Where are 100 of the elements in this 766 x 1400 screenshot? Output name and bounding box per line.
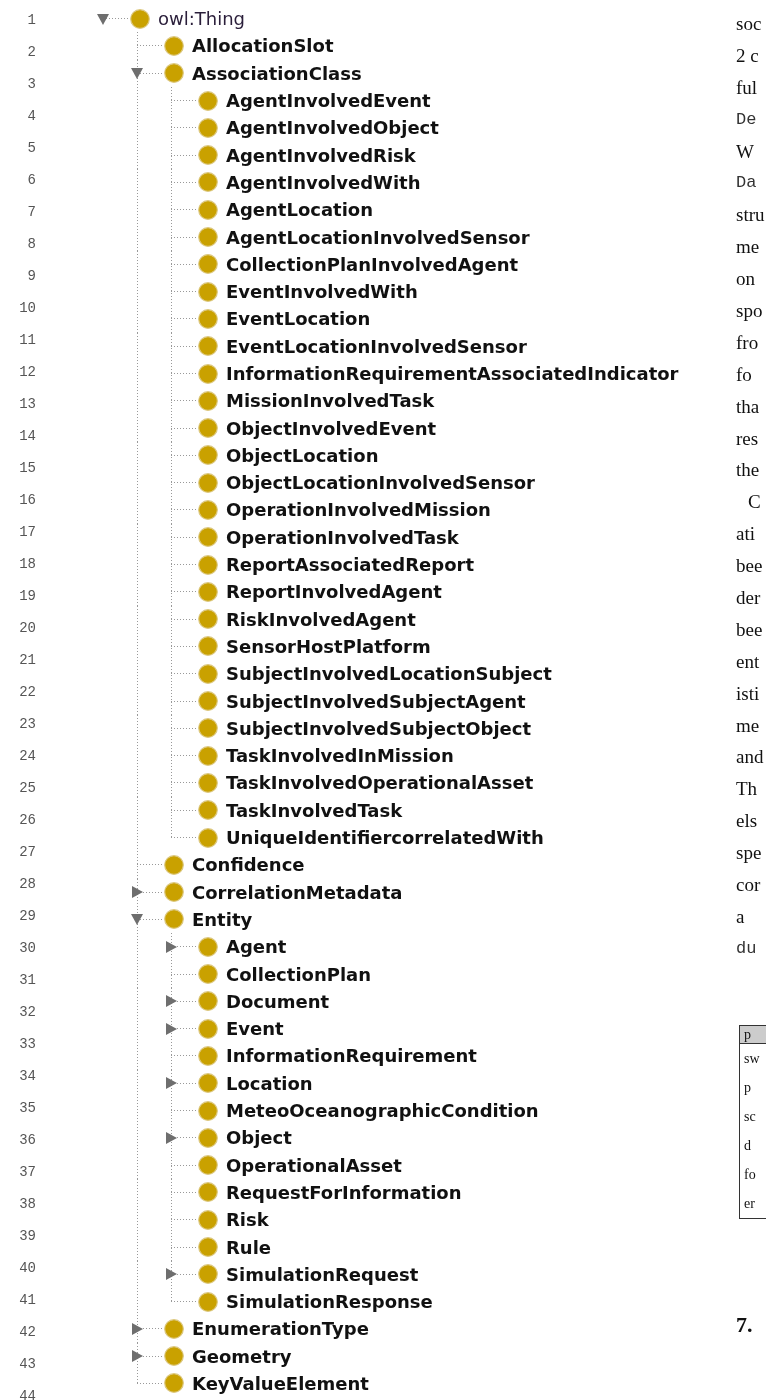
tree-item[interactable]: InformationRequirement [226,1045,477,1067]
text-line: on [736,267,756,292]
tree-item[interactable]: AgentInvolvedEvent [226,90,431,112]
line-number: 37 [18,1163,37,1182]
line-number: 38 [18,1195,37,1214]
tree-item[interactable]: InformationRequirementAssociatedIndicator [226,363,679,384]
circle-icon [198,500,218,520]
table-cell-text: p [743,1078,752,1097]
tree-item[interactable]: AgentInvolvedObject [226,117,439,139]
tree-item[interactable]: MeteoOceanographicCondition [226,1100,539,1121]
circle-icon [198,472,218,493]
tree-item[interactable]: ReportInvolvedAgent [226,581,442,603]
collapsed-triangle-icon[interactable] [165,1022,177,1035]
tree-item[interactable]: SubjectInvolvedSubjectAgent [226,690,526,712]
tree-item[interactable]: SimulationResponse [226,1291,433,1313]
tree-item[interactable]: TaskInvolvedOperationalAsset [226,772,534,794]
circle-icon [198,609,218,630]
tree-item[interactable]: Rule [226,1236,272,1258]
text-line: bee [736,617,764,642]
tree-item[interactable]: AgentInvolvedRisk [226,144,416,166]
tree-item[interactable]: AgentLocation [226,199,374,221]
collapsed-triangle-icon[interactable] [165,1131,177,1144]
expanded-triangle-icon[interactable] [131,67,143,80]
tree-item[interactable]: KeyValueElement [192,1373,369,1394]
table-cell-text: er [743,1194,756,1213]
line-number: 22 [18,683,37,702]
tree-item[interactable]: OperationInvolvedTask [226,526,459,548]
tree-item[interactable]: UniqueIdentifiercorrelatedWith [226,827,544,849]
text-line: els [736,809,759,834]
line-number: 18 [18,555,37,574]
tree-item[interactable]: SimulationRequest [226,1263,419,1285]
tree-item[interactable]: SubjectInvolvedSubjectObject [226,717,532,739]
circle-icon [198,445,218,466]
line-number: 13 [18,395,37,414]
line-number: 36 [18,1131,37,1150]
tree-item[interactable]: CollectionPlanInvolvedAgent [226,253,519,275]
tree-item[interactable]: AgentInvolvedWith [226,171,421,193]
tree-item[interactable]: AllocationSlot [192,35,334,57]
collapsed-triangle-icon[interactable] [131,1350,143,1363]
tree-item[interactable]: OperationalAsset [226,1154,402,1176]
tree-item[interactable]: EventLocationInvolvedSensor [226,335,527,357]
table-cell-text: d [743,1136,752,1155]
line-number: 5 [26,139,37,158]
collapsed-triangle-icon[interactable] [165,940,177,953]
tree-item[interactable]: Agent [226,936,287,958]
tree-item[interactable]: RequestForInformation [226,1181,462,1203]
line-number: 28 [18,875,37,894]
circle-icon [198,363,218,384]
collapsed-triangle-icon[interactable] [165,1077,177,1090]
circle-icon [198,1155,218,1176]
tree-item[interactable]: Object [226,1127,292,1149]
collapsed-triangle-icon[interactable] [131,1322,143,1335]
text-line: res [736,426,760,451]
tree-item[interactable]: Confidence [192,854,305,876]
tree-item[interactable]: AgentLocationInvolvedSensor [226,226,530,248]
text-line: a [736,904,746,929]
text-line: Da [736,172,758,195]
text-line: isti [736,681,761,706]
circle-icon [198,691,218,712]
tree-item[interactable]: OperationInvolvedMission [226,499,491,521]
tree-item[interactable]: RiskInvolvedAgent [226,608,416,630]
tree-item[interactable]: Document [226,990,330,1012]
tree-item[interactable]: SensorHostPlatform [226,635,431,657]
collapsed-triangle-icon[interactable] [165,1268,177,1281]
collapsed-triangle-icon[interactable] [165,995,177,1008]
circle-icon [198,117,218,138]
circle-icon [198,172,218,193]
tree-item[interactable]: Entity [192,908,253,930]
line-number: 26 [18,811,37,830]
tree-item[interactable]: ObjectLocation [226,444,379,466]
tree-item[interactable]: MissionInvolvedTask [226,390,435,412]
tree-item[interactable]: Risk [226,1209,269,1231]
line-number: 1 [26,11,37,30]
tree-item[interactable]: ReportAssociatedReport [226,554,474,576]
tree-item[interactable]: TaskInvolvedInMission [226,745,454,767]
tree-item[interactable]: Event [226,1018,284,1040]
tree-item[interactable]: Geometry [192,1345,292,1367]
circle-icon [198,991,218,1012]
tree-item[interactable]: CorrelationMetadata [192,881,403,903]
tree-item[interactable]: AssociationClass [192,62,362,84]
tree-item[interactable]: CollectionPlan [226,963,372,985]
tree-item[interactable]: EnumerationType [192,1318,369,1340]
collapsed-triangle-icon[interactable] [131,886,143,899]
circle-icon [198,800,218,821]
tree-item[interactable]: SubjectInvolvedLocationSubject [226,663,552,685]
tree-item[interactable]: Location [226,1072,313,1094]
expanded-triangle-icon[interactable] [97,12,109,25]
tree-item[interactable]: ObjectLocationInvolvedSensor [226,472,535,494]
tree-item[interactable]: ObjectInvolvedEvent [226,417,437,439]
tree-item[interactable]: EventInvolvedWith [226,281,418,303]
text-line: C [747,490,762,515]
line-number: 16 [18,491,37,510]
text-line: spe [736,841,763,866]
line-number: 17 [18,523,37,542]
tree-item[interactable]: owl:Thing [158,8,246,30]
expanded-triangle-icon[interactable] [131,913,143,926]
line-number: 9 [26,267,37,286]
circle-icon [164,909,184,930]
tree-item[interactable]: TaskInvolvedTask [226,799,403,821]
tree-item[interactable]: EventLocation [226,308,371,330]
